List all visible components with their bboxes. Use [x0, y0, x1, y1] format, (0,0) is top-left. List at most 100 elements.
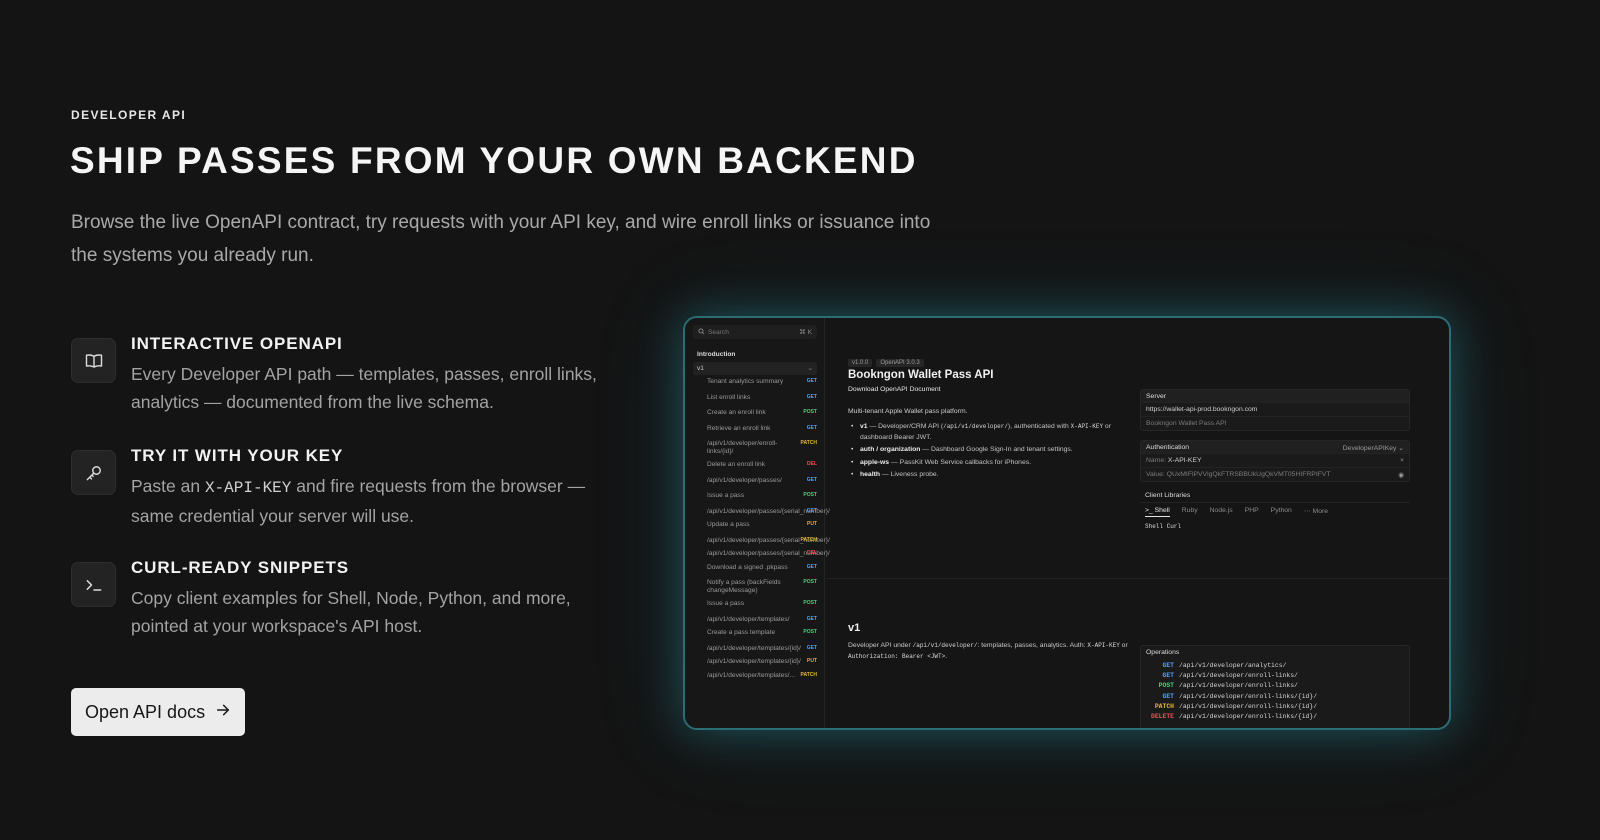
open-api-docs-button[interactable]: Open API docs — [71, 688, 246, 736]
nav-item-label: Download a signed .pkpass — [707, 563, 788, 571]
sidebar-nav-item[interactable]: /api/v1/developer/enroll-links/{id}/ PATC… — [707, 440, 817, 455]
close-icon[interactable]: × — [1400, 457, 1404, 464]
sidebar-nav-item[interactable]: Tenant analytics summary GET — [707, 378, 817, 386]
group-label: v1 — [697, 365, 704, 372]
nav-item-label: Retrieve an enroll link — [707, 424, 771, 432]
sidebar-nav-item[interactable]: /api/v1/developer/passes/{serial_number}… — [707, 536, 830, 545]
client-tab[interactable]: Node.js — [1210, 507, 1233, 517]
method-badge: POST — [803, 409, 817, 415]
sidebar-nav-item[interactable]: /api/v1/developer/templates/... PATCH — [707, 672, 817, 680]
operation-row[interactable]: GET/api/v1/developer/enroll-links/{id}/ — [1141, 692, 1409, 702]
client-tab[interactable]: PHP — [1245, 507, 1259, 517]
sidebar-nav-item[interactable]: Download a signed .pkpass GET — [707, 564, 817, 572]
sidebar-nav-item[interactable]: Create a pass template POST — [707, 629, 817, 637]
eye-icon[interactable]: ◉ — [1398, 471, 1404, 479]
chevron-down-icon: ⌄ — [807, 365, 813, 372]
auth-value-field[interactable]: QUxMIFlPVVlgQkFTRSBBUkUgQkVMT05HIFRPIFVT — [1167, 471, 1331, 478]
sidebar-nav-item[interactable]: /api/v1/developer/passes/{serial_number}… — [707, 550, 830, 558]
operation-row[interactable]: PATCH/api/v1/developer/enroll-links/{id}… — [1141, 702, 1409, 712]
method-badge: PATCH — [800, 536, 817, 543]
method-badge: GET — [806, 615, 817, 622]
sidebar-nav-item[interactable]: /api/v1/developer/passes/GET — [707, 477, 817, 485]
method-badge: POST — [803, 629, 817, 635]
operation-row[interactable]: DELETE/api/v1/developer/enroll-links/{id… — [1141, 712, 1409, 722]
sidebar-nav-item[interactable]: Retrieve an enroll link GET — [707, 425, 817, 433]
auth-value-row[interactable]: Value: QUxMIFlPVVlgQkFTRSBBUkUgQkVMT05HI… — [1141, 467, 1409, 481]
nav-item-label: /api/v1/developer/templates/ — [707, 615, 790, 623]
search-icon — [698, 327, 705, 337]
section-title-v1: v1 — [848, 622, 861, 634]
sidebar-nav-item[interactable]: /api/v1/developer/templates/GET — [707, 616, 817, 624]
key-icon — [71, 450, 116, 495]
method-badge: PATCH — [800, 671, 817, 678]
method-badge: DEL — [807, 550, 817, 556]
sidebar-nav-item[interactable]: Delete an enroll link DEL — [707, 461, 817, 469]
operation-row[interactable]: POST/api/v1/developer/enroll-links/ — [1141, 681, 1409, 691]
feature-title: CURL-READY SNIPPETS — [131, 558, 349, 577]
method-badge: POST — [803, 600, 817, 606]
sidebar-nav: Tenant analytics summary GET List enroll l… — [707, 378, 830, 685]
feature-description: Every Developer API path — templates, pa… — [131, 364, 597, 412]
nav-item-label: Create a pass template — [707, 629, 776, 636]
method-badge: PATCH — [800, 440, 817, 446]
operation-row[interactable]: GET/api/v1/developer/analytics/ — [1141, 661, 1409, 671]
sidebar-nav-item[interactable]: Issue a pass POST — [707, 600, 817, 608]
method-badge: GET — [806, 378, 817, 384]
method-badge: GET — [806, 563, 817, 570]
page-title: SHIP PASSES FROM YOUR OWN BACKEND — [70, 140, 918, 181]
nav-item-label: List enroll links — [707, 393, 751, 401]
feature-title: INTERACTIVE OPENAPI — [131, 334, 343, 353]
client-libraries: Client Libraries >_ Shell Ruby Node.js PHP P… — [1140, 489, 1410, 533]
client-tab[interactable]: Python — [1271, 507, 1292, 517]
terminal-icon — [71, 562, 116, 607]
docs-main: v1.0.0 OpenAPI 3.0.3 Bookngon Wallet Pas… — [826, 318, 1449, 728]
sidebar-nav-item[interactable]: List enroll links GET — [707, 394, 817, 402]
method-badge: GET — [806, 393, 817, 400]
nav-item-label: /api/v1/developer/templates/{id}/ — [707, 658, 801, 665]
client-tab[interactable]: >_ Shell — [1145, 507, 1170, 517]
docs-search[interactable]: Search ⌘ K — [693, 325, 817, 339]
sidebar-nav-item[interactable]: /api/v1/developer/templates/{id}/ GET — [707, 645, 817, 653]
client-tab[interactable]: Ruby — [1182, 507, 1198, 517]
operation-path: /api/v1/developer/enroll-links/ — [1179, 672, 1298, 680]
button-label: Open API docs — [85, 701, 206, 722]
book-icon — [71, 338, 116, 383]
operation-row[interactable]: GET/api/v1/developer/enroll-links/ — [1141, 671, 1409, 681]
method-badge: GET — [806, 507, 817, 514]
method-badge: GET — [806, 476, 817, 483]
section-divider — [826, 578, 1449, 579]
auth-label: Authentication — [1146, 444, 1190, 451]
nav-item-label: Issue a pass — [707, 600, 745, 607]
search-placeholder: Search — [708, 328, 729, 336]
sidebar-nav-item[interactable]: Issue a pass POST — [707, 492, 817, 500]
operation-path: /api/v1/developer/enroll-links/{id}/ — [1179, 692, 1318, 700]
sidebar-nav-item[interactable]: Notify a pass (backFields changeMessage)… — [707, 579, 817, 594]
client-tab[interactable]: ⋯ More — [1304, 507, 1328, 517]
download-openapi-link[interactable]: Download OpenAPI Document — [848, 386, 941, 393]
auth-card-head: Authentication DeveloperAPIKey ⌄ — [1141, 441, 1409, 453]
server-url[interactable]: https://wallet-api-prod.bookngon.com — [1141, 402, 1409, 416]
nav-item-label: /api/v1/developer/templates/... — [707, 671, 795, 679]
sidebar-item-introduction[interactable]: Introduction — [697, 351, 735, 358]
feature-description: Copy client examples for Shell, Node, Py… — [131, 588, 571, 636]
eyebrow-label: DEVELOPER API — [71, 108, 187, 122]
sidebar-nav-item[interactable]: Update a pass PUT — [707, 521, 817, 529]
method-badge: GET — [806, 644, 817, 651]
nav-item-label: Notify a pass (backFields changeMessage) — [707, 579, 781, 594]
sidebar-group-v1[interactable]: v1 ⌄ — [693, 362, 817, 375]
sidebar-nav-item[interactable]: /api/v1/developer/templates/{id}/ PUT — [707, 658, 817, 666]
server-card: Server https://wallet-api-prod.bookngon.… — [1140, 389, 1410, 431]
operation-path: /api/v1/developer/analytics/ — [1179, 662, 1287, 669]
auth-card: Authentication DeveloperAPIKey ⌄ Name: X… — [1140, 440, 1410, 482]
operation-path: /api/v1/developer/enroll-links/ — [1179, 682, 1298, 690]
server-name: Bookngon Wallet Pass API — [1141, 416, 1409, 430]
sidebar-nav-item[interactable]: Create an enroll link POST — [707, 409, 817, 417]
api-key-code: X-API-KEY — [204, 479, 292, 497]
sidebar-nav-item[interactable]: /api/v1/developer/passes/{serial_number}… — [707, 507, 830, 516]
nav-item-label: /api/v1/developer/templates/{id}/ — [707, 644, 801, 652]
feature-title: TRY IT WITH YOUR KEY — [131, 446, 344, 465]
version-badge: v1.0.0 — [848, 359, 873, 367]
method-badge: GET — [1162, 692, 1174, 700]
api-title: Bookngon Wallet Pass API — [848, 369, 994, 381]
auth-scheme-select[interactable]: DeveloperAPIKey ⌄ — [1343, 444, 1404, 452]
